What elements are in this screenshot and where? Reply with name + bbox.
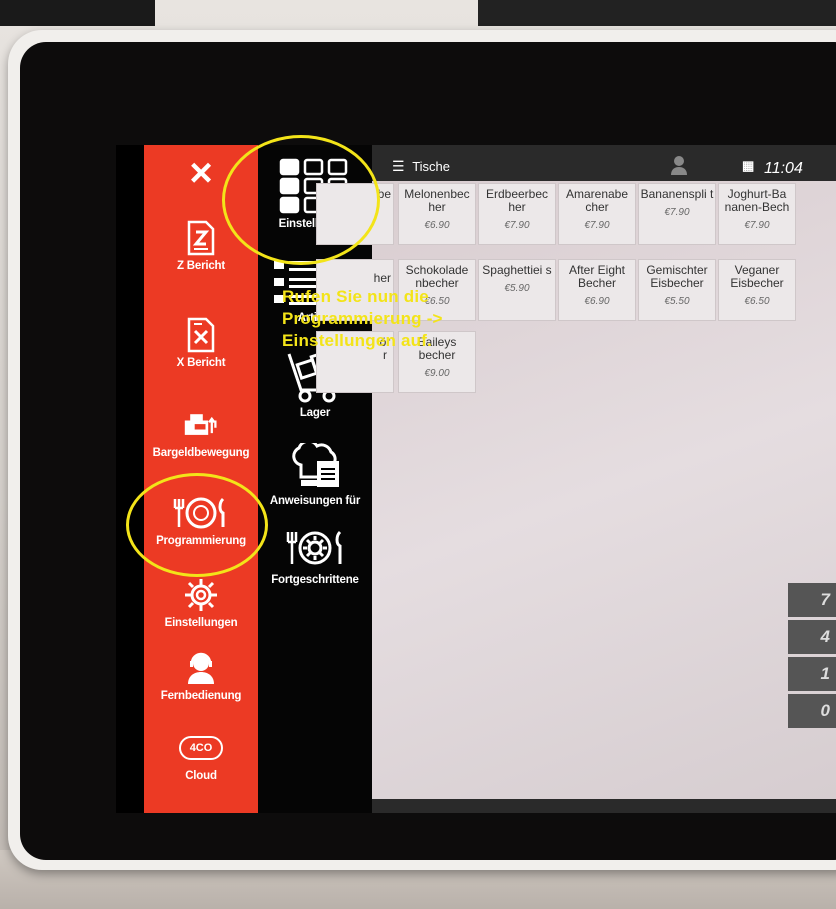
- support-agent-icon: [183, 650, 219, 686]
- product-name: Spaghettiei s: [482, 263, 552, 277]
- top-bar: ☰ Tische ▦ 11:04: [372, 155, 836, 181]
- menu-item-fernbedienung[interactable]: Fernbedienung: [144, 650, 258, 702]
- advanced-gear-plate-icon: [258, 525, 372, 571]
- submenu-item-label: Lager: [299, 407, 331, 419]
- numpad-key[interactable]: 0: [788, 694, 836, 728]
- chef-hat-icon: [258, 440, 372, 492]
- submenu-item-anweisungen[interactable]: Anweisungen für: [258, 440, 372, 507]
- x-report-icon: [183, 317, 219, 353]
- clock-time: 11:04: [764, 160, 803, 177]
- product-tile[interactable]: Erdbeerbec her €7.90: [478, 183, 556, 245]
- background-monitor: [478, 0, 836, 26]
- tables-label: Tische: [412, 159, 450, 174]
- numpad-key[interactable]: 4: [788, 620, 836, 654]
- product-name: Gemischter Eisbecher: [646, 263, 708, 290]
- list-icon: ☰: [392, 158, 405, 174]
- product-tile[interactable]: Amarenabe cher €7.90: [558, 183, 636, 245]
- product-name: Joghurt-Ba nanen-Bech: [724, 187, 790, 214]
- annotation-line: Einstellungen auf.: [282, 331, 433, 350]
- background-monitor: [0, 0, 155, 26]
- product-price: €6.90: [424, 220, 450, 231]
- menu-item-label: Einstellungen: [164, 617, 238, 629]
- user-icon[interactable]: [670, 155, 688, 178]
- menu-item-label: Fernbedienung: [160, 690, 242, 702]
- product-tile[interactable]: Melonenbec her €6.90: [398, 183, 476, 245]
- keypad-grid-icon[interactable]: ▦: [742, 158, 754, 174]
- numpad-key[interactable]: 7: [788, 583, 836, 617]
- submenu-item-fortgeschrittene[interactable]: Fortgeschrittene: [258, 525, 372, 586]
- numpad-key[interactable]: 1: [788, 657, 836, 691]
- annotation-line: Rufen Sie nun die: [282, 287, 429, 306]
- submenu-item-label: Fortgeschrittene: [271, 574, 359, 586]
- highlight-circle-programmierung: [126, 473, 268, 577]
- register-main-area: ☰ Tische ▦ 11:04 be her ör r Melonenbec …: [316, 145, 836, 813]
- product-tile[interactable]: Joghurt-Ba nanen-Bech €7.90: [718, 183, 796, 245]
- product-grid: be her ör r Melonenbec her €6.90 Erdbeer…: [316, 181, 836, 799]
- menu-item-label: Z Bericht: [176, 260, 226, 272]
- product-price: €9.00: [424, 368, 450, 379]
- menu-item-einstellungen[interactable]: Einstellungen: [144, 577, 258, 629]
- tutorial-annotation: Rufen Sie nun die Programmierung -> Eins…: [282, 286, 602, 352]
- product-tile[interactable]: Bananenspli t €7.90: [638, 183, 716, 245]
- product-tile[interactable]: Gemischter Eisbecher €5.50: [638, 259, 716, 321]
- product-name: Veganer Eisbecher: [730, 263, 784, 290]
- product-price: €7.90: [744, 220, 770, 231]
- product-name: Bananenspli t: [640, 187, 714, 201]
- submenu-item-label: Anweisungen für: [269, 495, 361, 507]
- z-report-icon: [183, 220, 219, 256]
- product-price: €6.50: [744, 296, 770, 307]
- gear-icon: [183, 577, 219, 613]
- tables-button[interactable]: ☰ Tische: [392, 158, 450, 175]
- menu-item-label: X Bericht: [176, 357, 226, 369]
- product-name: Melonenbec her: [404, 187, 470, 214]
- product-name: Erdbeerbec her: [485, 187, 549, 214]
- product-price: €7.90: [584, 220, 610, 231]
- menu-item-label: Cloud: [185, 770, 217, 782]
- product-tile[interactable]: Veganer Eisbecher €6.50: [718, 259, 796, 321]
- menu-item-cloud[interactable]: 4CO Cloud: [144, 730, 258, 782]
- highlight-circle-einstellungen: [222, 135, 380, 265]
- product-name: Amarenabe cher: [565, 187, 629, 214]
- product-price: €5.50: [664, 296, 690, 307]
- cloud-badge: 4CO: [179, 736, 223, 760]
- cloud-icon: 4CO: [178, 730, 224, 766]
- product-price: €7.90: [664, 207, 690, 218]
- product-price: €7.90: [504, 220, 530, 231]
- menu-item-label: Bargeldbewegung: [152, 447, 250, 459]
- menu-item-x-bericht[interactable]: X Bericht: [144, 317, 258, 369]
- menu-item-bargeldbewegung[interactable]: Bargeldbewegung: [144, 407, 258, 459]
- product-name: her: [373, 271, 391, 285]
- cash-register-icon: [183, 407, 219, 443]
- annotation-line: Programmierung ->: [282, 309, 443, 328]
